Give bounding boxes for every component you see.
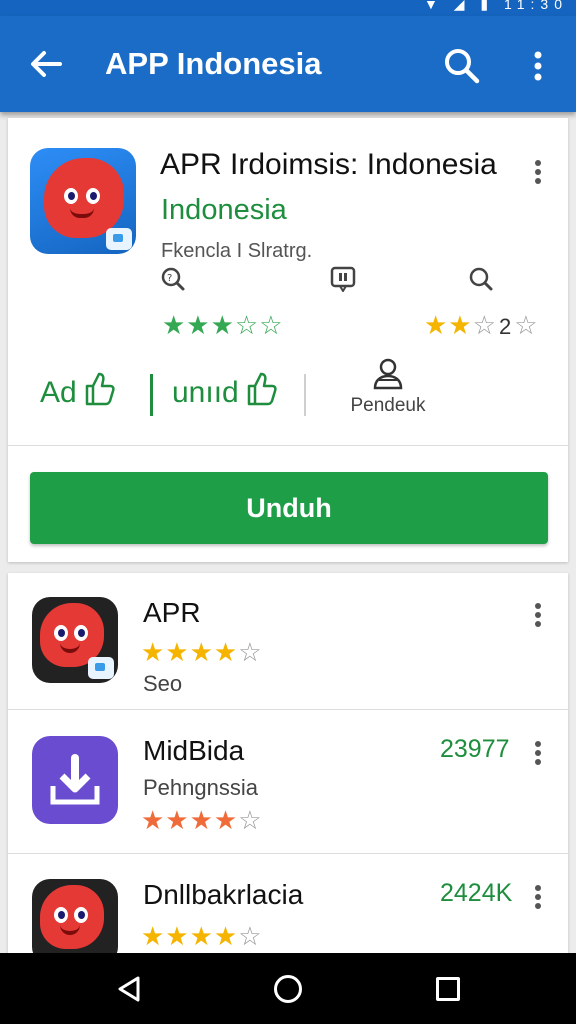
app-title: APR [143, 597, 201, 628]
nav-home-icon[interactable] [274, 975, 302, 1003]
search-icon[interactable] [442, 46, 482, 86]
thumbs-up-icon [85, 372, 115, 406]
featured-app-icon[interactable] [30, 148, 136, 254]
page-title: APP Indonesia [105, 46, 322, 81]
app-bar: APP Indonesia [0, 16, 576, 112]
nav-back-icon[interactable] [116, 975, 142, 1003]
mascot-icon [40, 885, 104, 949]
rating-stars-right: ★★☆2☆ [424, 310, 539, 340]
more-vert-icon[interactable] [528, 739, 548, 767]
action-divider [150, 374, 153, 416]
app-subtitle: Pehngnssia [143, 775, 258, 800]
back-arrow-icon[interactable] [26, 44, 66, 84]
message-icon [330, 266, 356, 293]
more-vert-icon[interactable] [528, 883, 548, 911]
featured-app-developer: Fkencla I Slratrg. [161, 240, 313, 262]
download-count: 2424K [440, 879, 513, 907]
action-unduh[interactable]: unııd [172, 370, 277, 410]
app-icon[interactable] [32, 597, 118, 683]
search-info-icon: ? [160, 266, 186, 292]
rating-stars-left: ★★★☆☆ [162, 310, 284, 340]
action-ad[interactable]: Ad [40, 370, 115, 410]
svg-text:?: ? [167, 273, 172, 284]
install-button[interactable]: Unduh [30, 472, 548, 544]
badge-icon [88, 657, 114, 679]
system-nav-bar [0, 953, 576, 1024]
search-icon [468, 266, 494, 292]
app-list-card: APR ★★★★☆ Seo MidBida Pehngnssia ★★★★☆ 2… [8, 573, 568, 965]
featured-app-subtitle: Indonesia [161, 194, 287, 226]
more-vert-icon[interactable] [523, 46, 553, 86]
divider [8, 853, 568, 854]
featured-app-card: APR Irdoimsis: Indonesia Indonesia Fkenc… [8, 118, 568, 562]
divider [8, 709, 568, 710]
action-divider [304, 374, 306, 416]
app-title: MidBida [143, 735, 245, 766]
app-title: Dnllbakrlacia [143, 879, 304, 910]
app-rating-stars: ★★★★☆ [141, 805, 263, 835]
app-subtitle: Seo [143, 671, 183, 696]
nav-recents-icon[interactable] [436, 977, 460, 1001]
thumbs-up-icon [247, 372, 277, 406]
badge-icon [106, 228, 132, 250]
download-count: 23977 [440, 735, 510, 763]
app-icon[interactable] [32, 736, 118, 824]
download-icon [50, 754, 100, 805]
action-pendeuk[interactable]: Pendeuk [342, 356, 434, 417]
featured-app-title: APR Irdoimsis: Indonesia [160, 148, 497, 181]
app-rating-stars: ★★★★☆ [141, 921, 263, 951]
divider [8, 445, 568, 446]
status-icons: ▼ ◢ ▮ 11:30 [424, 0, 568, 12]
status-bar: ▼ ◢ ▮ 11:30 [0, 0, 576, 16]
person-icon [373, 358, 403, 390]
featured-more-icon[interactable] [528, 158, 548, 186]
app-rating-stars: ★★★★☆ [141, 637, 263, 667]
mascot-icon [44, 158, 124, 238]
more-vert-icon[interactable] [528, 601, 548, 629]
